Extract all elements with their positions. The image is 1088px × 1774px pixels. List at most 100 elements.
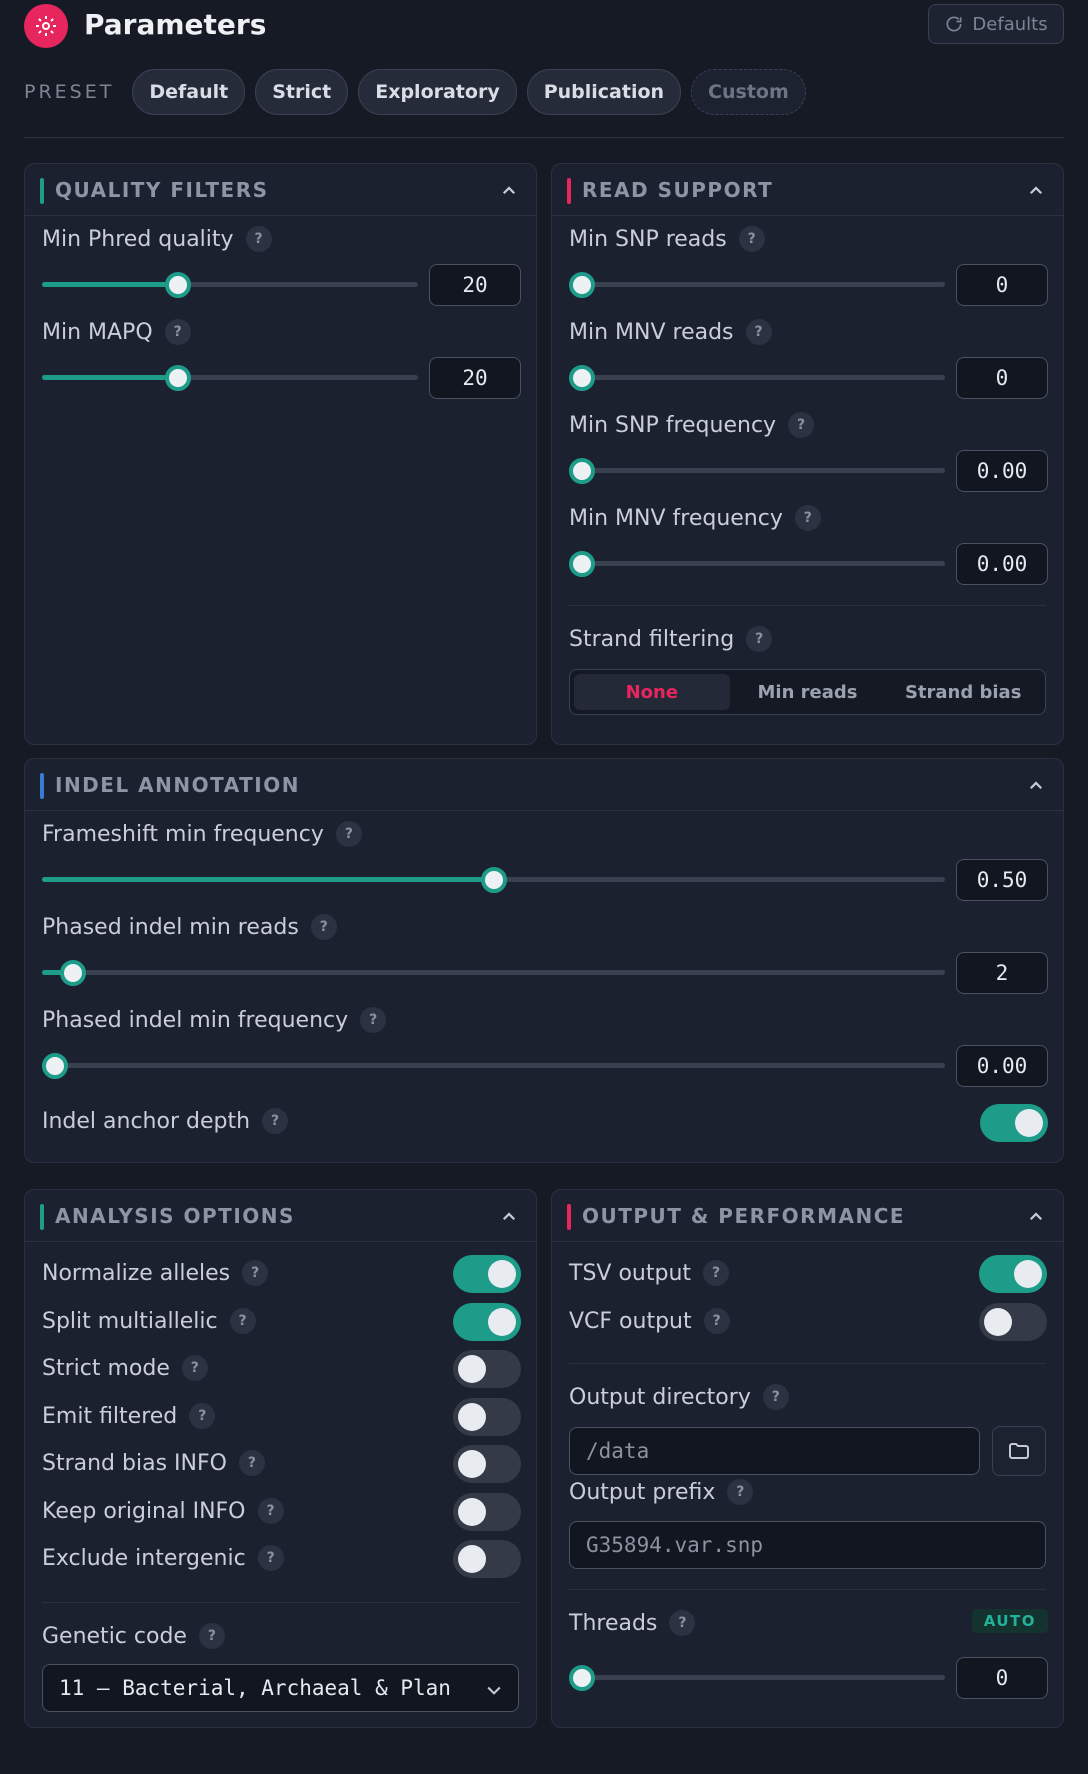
chevron-down-icon	[487, 1686, 501, 1695]
min-mnv-frequency-slider[interactable]	[569, 551, 945, 577]
preset-default[interactable]: Default	[132, 69, 246, 115]
slider-handle[interactable]	[569, 458, 595, 484]
min-mnv-reads-input[interactable]: 0	[956, 357, 1048, 399]
strand-option-none[interactable]: None	[574, 674, 730, 710]
genetic-code-select[interactable]: 11 — Bacterial, Archaeal & Plan	[42, 1664, 519, 1712]
help-icon[interactable]: ?	[738, 226, 765, 252]
help-icon[interactable]: ?	[238, 1450, 265, 1476]
strand-option-min-reads[interactable]: Min reads	[730, 674, 886, 710]
min-mnv-reads-slider[interactable]	[569, 365, 945, 391]
normalize-alleles-toggle[interactable]	[453, 1255, 521, 1293]
help-icon[interactable]: ?	[788, 412, 815, 438]
help-icon[interactable]: ?	[360, 1007, 387, 1033]
emit-filtered-toggle[interactable]	[453, 1398, 521, 1436]
slider-handle[interactable]	[164, 272, 191, 298]
phased-reads-slider[interactable]	[42, 960, 945, 986]
preset-publication[interactable]: Publication	[526, 69, 682, 115]
section-divider	[42, 1602, 519, 1603]
chevron-up-icon[interactable]	[1027, 1208, 1045, 1226]
indel-annotation-header[interactable]: INDEL ANNOTATION	[25, 759, 1063, 811]
frameshift-input[interactable]: 0.50	[956, 859, 1048, 901]
output-prefix-input[interactable]: G35894.var.snp	[569, 1521, 1046, 1569]
threads-input[interactable]: 0	[956, 1657, 1048, 1699]
slider-handle[interactable]	[164, 365, 191, 391]
help-icon[interactable]: ?	[198, 1623, 225, 1649]
chevron-up-icon[interactable]	[500, 1208, 518, 1226]
defaults-button[interactable]: Defaults	[928, 4, 1064, 44]
min-phred-input[interactable]: 20	[429, 264, 521, 306]
split-multiallelic-toggle[interactable]	[453, 1303, 521, 1341]
help-icon[interactable]: ?	[257, 1498, 284, 1524]
help-icon[interactable]: ?	[669, 1610, 696, 1636]
header-divider	[24, 137, 1064, 138]
slider-handle[interactable]	[480, 867, 507, 893]
phased-freq-input[interactable]: 0.00	[956, 1045, 1048, 1087]
help-icon[interactable]: ?	[335, 821, 362, 847]
help-icon[interactable]: ?	[745, 319, 772, 345]
strand-filtering-segmented: None Min reads Strand bias	[569, 669, 1046, 715]
strand-option-strand-bias[interactable]: Strand bias	[885, 674, 1041, 710]
phased-reads-input[interactable]: 2	[956, 952, 1048, 994]
threads-slider[interactable]	[569, 1665, 945, 1691]
section-title: ANALYSIS OPTIONS	[55, 1204, 295, 1228]
vcf-output-toggle[interactable]	[979, 1303, 1047, 1341]
help-icon[interactable]: ?	[703, 1308, 730, 1334]
help-icon[interactable]: ?	[257, 1545, 284, 1571]
help-icon[interactable]: ?	[181, 1355, 208, 1381]
phased-freq-slider[interactable]	[42, 1053, 945, 1079]
min-mapq-input[interactable]: 20	[429, 357, 521, 399]
help-icon[interactable]: ?	[245, 226, 272, 252]
help-icon[interactable]: ?	[727, 1479, 754, 1505]
strand-bias-info-toggle[interactable]	[453, 1445, 521, 1483]
section-divider	[569, 1363, 1046, 1364]
slider-handle[interactable]	[569, 365, 595, 391]
keep-original-info-toggle[interactable]	[453, 1493, 521, 1531]
output-performance-header[interactable]: OUTPUT & PERFORMANCE	[552, 1190, 1063, 1242]
split-multiallelic-label: Split multiallelic ?	[42, 1308, 256, 1334]
chevron-up-icon[interactable]	[500, 182, 518, 200]
min-phred-slider[interactable]	[42, 272, 418, 298]
tsv-output-label: TSV output ?	[569, 1260, 730, 1286]
tsv-output-toggle[interactable]	[979, 1255, 1047, 1293]
preset-custom[interactable]: Custom	[691, 69, 806, 115]
help-icon[interactable]: ?	[746, 626, 773, 652]
anchor-depth-toggle[interactable]	[980, 1104, 1048, 1142]
indel-annotation-card: INDEL ANNOTATION Frameshift min frequenc…	[24, 758, 1064, 1163]
help-icon[interactable]: ?	[164, 319, 191, 345]
output-directory-input[interactable]: /data	[569, 1427, 980, 1475]
help-icon[interactable]: ?	[189, 1403, 216, 1429]
strict-mode-toggle[interactable]	[453, 1350, 521, 1388]
emit-filtered-label: Emit filtered ?	[42, 1403, 216, 1429]
min-snp-reads-slider[interactable]	[569, 272, 945, 298]
quality-filters-header[interactable]: QUALITY FILTERS	[25, 164, 536, 216]
preset-strict[interactable]: Strict	[255, 69, 349, 115]
min-mapq-slider[interactable]	[42, 365, 418, 391]
slider-handle[interactable]	[569, 272, 595, 298]
help-icon[interactable]: ?	[229, 1308, 256, 1334]
help-icon[interactable]: ?	[703, 1260, 730, 1286]
read-support-header[interactable]: READ SUPPORT	[552, 164, 1063, 216]
slider-handle[interactable]	[569, 1665, 595, 1691]
min-mnv-frequency-input[interactable]: 0.00	[956, 543, 1048, 585]
help-icon[interactable]: ?	[762, 1384, 789, 1410]
frameshift-slider[interactable]	[42, 867, 945, 893]
slider-handle[interactable]	[59, 960, 86, 986]
help-icon[interactable]: ?	[310, 914, 337, 940]
slider-handle[interactable]	[569, 551, 595, 577]
slider-handle[interactable]	[42, 1053, 68, 1079]
min-snp-frequency-input[interactable]: 0.00	[956, 450, 1048, 492]
section-accent-bar	[40, 773, 44, 799]
chevron-up-icon[interactable]	[1027, 777, 1045, 795]
section-title: OUTPUT & PERFORMANCE	[582, 1204, 906, 1228]
browse-folder-button[interactable]	[992, 1426, 1046, 1476]
help-icon[interactable]: ?	[262, 1108, 289, 1134]
help-icon[interactable]: ?	[242, 1260, 269, 1286]
exclude-intergenic-toggle[interactable]	[453, 1540, 521, 1578]
min-snp-reads-input[interactable]: 0	[956, 264, 1048, 306]
chevron-up-icon[interactable]	[1027, 182, 1045, 200]
genetic-code-value: 11 — Bacterial, Archaeal & Plan	[59, 1676, 451, 1700]
analysis-options-header[interactable]: ANALYSIS OPTIONS	[25, 1190, 536, 1242]
min-snp-frequency-slider[interactable]	[569, 458, 945, 484]
preset-exploratory[interactable]: Exploratory	[358, 69, 517, 115]
help-icon[interactable]: ?	[794, 505, 821, 531]
